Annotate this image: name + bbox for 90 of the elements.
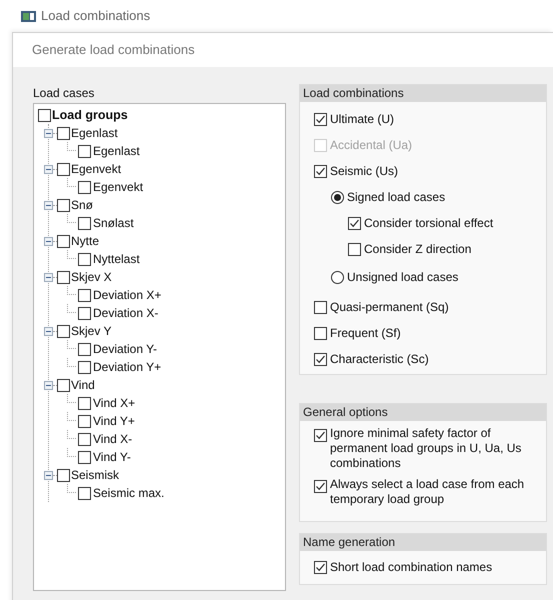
checkmark-icon [315,481,326,492]
tree-item[interactable]: Vind X+ [93,394,136,412]
checkbox[interactable] [57,324,70,338]
checkbox[interactable] [78,414,91,428]
tree-item[interactable]: Seismic max. [93,484,164,502]
option-label[interactable]: Ignore minimal safety factor of permanent load groups in U, Ua, Us combinations [330,426,540,471]
dialog-title: Generate load combinations [32,41,195,60]
option-label[interactable]: Always select a load case from each temporary load group [330,477,540,507]
tree-item[interactable]: Snø [71,196,94,214]
checkbox[interactable] [314,300,327,314]
tree-item[interactable]: Egenlast [71,124,118,142]
collapse-icon[interactable] [44,128,53,138]
window-title: Load combinations [41,7,150,26]
checkbox[interactable] [78,252,91,266]
tree-item[interactable]: Deviation X- [93,304,158,322]
checkbox[interactable] [78,144,91,158]
checkbox[interactable] [57,378,70,392]
checkmark-icon [315,430,326,441]
panel-header: General options [300,404,546,421]
checkbox[interactable] [78,288,91,302]
option-label[interactable]: Short load combination names [330,558,492,576]
checkbox[interactable] [57,162,70,176]
checkmark-icon [315,354,326,364]
tree-item[interactable]: Skjev X [71,268,112,286]
option-label[interactable]: Consider Z direction [364,240,472,258]
checkbox[interactable] [78,342,91,356]
checkbox[interactable] [348,242,361,256]
checkmark-icon [315,114,326,124]
tree-item[interactable]: Vind [71,376,95,394]
checkbox[interactable] [314,480,327,493]
tree-item[interactable]: Snølast [93,214,134,232]
option-label[interactable]: Unsigned load cases [347,268,458,286]
checkbox[interactable] [314,352,327,366]
option-label[interactable]: Consider torsional effect [364,214,494,232]
checkbox[interactable] [78,360,91,374]
checkbox[interactable] [314,112,327,126]
checkmark-icon [349,218,360,228]
option-label[interactable]: Signed load cases [347,188,446,206]
checkbox[interactable] [78,432,91,446]
checkbox[interactable] [314,429,327,442]
collapse-icon[interactable] [44,380,53,390]
collapse-icon[interactable] [44,200,53,210]
radio-button[interactable] [331,270,344,284]
checkbox[interactable] [314,326,327,340]
tree-item[interactable]: Vind Y+ [93,412,135,430]
checkbox[interactable] [78,306,91,320]
app-icon [21,10,36,22]
checkbox[interactable] [57,126,70,140]
tree-item[interactable]: Egenlast [93,142,140,160]
collapse-icon[interactable] [44,326,53,336]
checkbox[interactable] [78,216,91,230]
checkbox[interactable] [78,180,91,194]
checkbox[interactable] [78,396,91,410]
panel-header: Name generation [300,534,546,551]
section-label: Load cases [33,85,96,102]
option-label[interactable]: Frequent (Sf) [330,324,401,342]
checkbox[interactable] [57,198,70,212]
option-label[interactable]: Seismic (Us) [330,162,398,180]
checkmark-icon [315,562,326,572]
collapse-icon[interactable] [44,164,53,174]
tree-item[interactable]: Egenvekt [93,178,144,196]
tree-item[interactable]: Deviation Y+ [93,358,162,376]
checkbox[interactable] [57,270,70,284]
checkbox[interactable] [78,450,91,464]
option-label[interactable]: Characteristic (Sc) [330,350,429,368]
tree-item[interactable]: Seismisk [71,466,120,484]
tree-item[interactable]: Egenvekt [71,160,122,178]
collapse-icon[interactable] [44,236,53,246]
radio-button[interactable] [331,190,344,204]
collapse-icon[interactable] [44,470,53,480]
tree-item[interactable]: Deviation Y- [93,340,158,358]
tree-item[interactable]: Load groups [52,106,128,124]
checkbox[interactable] [314,560,327,574]
checkbox[interactable] [78,486,91,500]
tree-item[interactable]: Deviation X+ [93,286,162,304]
option-label[interactable]: Quasi-permanent (Sq) [330,298,449,316]
tree-item[interactable]: Vind X- [93,430,132,448]
tree-item[interactable]: Nytte [71,232,100,250]
collapse-icon[interactable] [44,272,53,282]
checkbox[interactable] [57,234,70,248]
tree-item[interactable]: Nyttelast [93,250,140,268]
checkbox[interactable] [348,216,361,230]
checkmark-icon [315,166,326,176]
option-label[interactable]: Ultimate (U) [330,110,394,128]
tree-item[interactable]: Skjev Y [71,322,112,340]
checkbox[interactable] [38,108,51,122]
checkbox[interactable] [314,164,327,178]
checkbox[interactable] [57,468,70,482]
panel-header: Load combinations [300,85,546,102]
tree-item[interactable]: Vind Y- [93,448,131,466]
